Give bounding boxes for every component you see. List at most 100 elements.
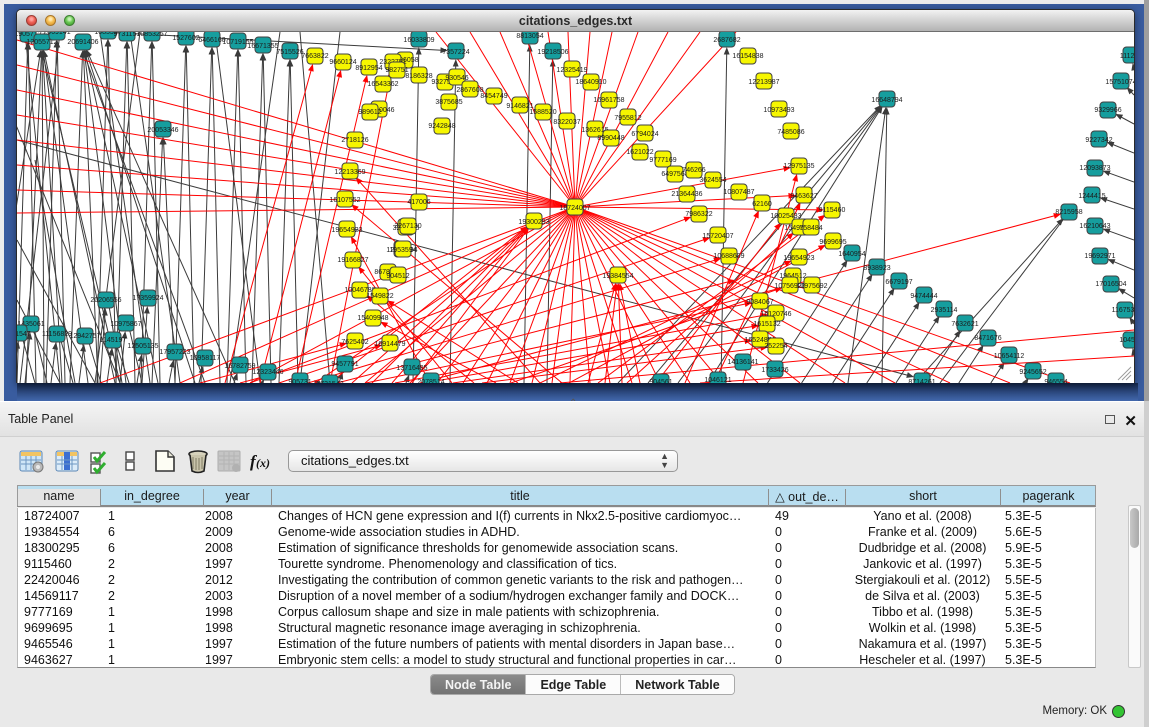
- svg-text:8813054: 8813054: [516, 33, 543, 40]
- svg-text:9463627: 9463627: [790, 193, 817, 200]
- svg-text:9777169: 9777169: [649, 157, 676, 164]
- svg-text:7986322: 7986322: [685, 211, 712, 218]
- svg-text:417006: 417006: [407, 199, 430, 206]
- svg-text:16543362: 16543362: [367, 81, 398, 88]
- svg-text:(x): (x): [256, 456, 270, 470]
- svg-text:19218506: 19218506: [537, 49, 568, 56]
- svg-text:12942757: 12942757: [69, 333, 100, 340]
- svg-text:1733426: 1733426: [761, 367, 788, 374]
- svg-text:8454749: 8454749: [480, 93, 507, 100]
- svg-text:7731542: 7731542: [316, 381, 343, 383]
- svg-text:19692971: 19692971: [1084, 253, 1115, 260]
- svg-text:8186328: 8186328: [405, 73, 432, 80]
- svg-text:15409948: 15409948: [357, 315, 388, 322]
- svg-text:12093873: 12093873: [1079, 165, 1110, 172]
- svg-text:14136141: 14136141: [727, 359, 758, 366]
- svg-text:7357224: 7357224: [442, 49, 469, 56]
- svg-text:16154838: 16154838: [732, 53, 763, 60]
- svg-text:8990448: 8990448: [597, 135, 624, 142]
- svg-text:10654112: 10654112: [994, 353, 1025, 360]
- svg-text:11156829: 11156829: [42, 331, 72, 338]
- svg-text:18724007: 18724007: [559, 205, 590, 212]
- svg-text:2078514: 2078514: [417, 379, 444, 383]
- svg-text:21364436: 21364436: [671, 191, 702, 198]
- svg-text:17016504: 17016504: [1095, 281, 1126, 288]
- svg-text:391547: 391547: [17, 331, 31, 338]
- svg-text:9245652: 9245652: [1019, 369, 1046, 376]
- svg-text:1588520: 1588520: [529, 109, 556, 116]
- svg-text:2935114: 2935114: [931, 307, 958, 314]
- svg-text:12975135: 12975135: [783, 163, 814, 170]
- svg-text:1046121: 1046121: [704, 377, 731, 383]
- svg-text:9474444: 9474444: [910, 293, 937, 300]
- svg-text:3875685: 3875685: [435, 99, 462, 106]
- svg-text:8471676: 8471676: [974, 335, 1001, 342]
- svg-text:20053346: 20053346: [147, 127, 178, 134]
- svg-text:16671355: 16671355: [247, 43, 278, 50]
- svg-text:10807487: 10807487: [723, 189, 754, 196]
- svg-text:10958117: 10958117: [190, 355, 221, 362]
- svg-text:989612: 989612: [358, 109, 381, 116]
- svg-text:3267130: 3267130: [394, 223, 421, 230]
- svg-text:6794024: 6794024: [631, 131, 658, 138]
- svg-text:252254: 252254: [764, 343, 787, 350]
- svg-text:12213987: 12213987: [748, 79, 779, 86]
- svg-text:3624554: 3624554: [699, 177, 726, 184]
- svg-text:2687682: 2687682: [713, 37, 740, 44]
- svg-text:9329966: 9329966: [1094, 107, 1121, 114]
- svg-text:10973493: 10973493: [763, 107, 794, 114]
- svg-text:7485086: 7485086: [777, 129, 804, 136]
- svg-text:7663822: 7663822: [301, 53, 328, 60]
- svg-text:12323446: 12323446: [252, 369, 283, 376]
- svg-text:1640954: 1640954: [838, 251, 865, 258]
- svg-text:62160: 62160: [752, 201, 772, 208]
- svg-text:8938923: 8938923: [863, 265, 890, 272]
- svg-text:1167534: 1167534: [1112, 307, 1134, 314]
- svg-text:982751: 982751: [385, 67, 408, 74]
- svg-text:10688609: 10688609: [713, 253, 744, 260]
- svg-text:8714261: 8714261: [908, 379, 935, 383]
- svg-text:19384554: 19384554: [602, 273, 633, 280]
- svg-text:9699695: 9699695: [819, 239, 846, 246]
- svg-text:8322037: 8322037: [553, 119, 580, 126]
- svg-text:12213369: 12213369: [334, 169, 365, 176]
- svg-text:8912954: 8912954: [355, 65, 382, 72]
- svg-text:746266: 746266: [682, 167, 705, 174]
- svg-text:7515526: 7515526: [276, 49, 303, 56]
- svg-text:17957223: 17957223: [159, 349, 190, 356]
- svg-text:946554: 946554: [1044, 379, 1067, 383]
- svg-text:1527602: 1527602: [172, 35, 199, 42]
- svg-text:19300293: 19300293: [518, 219, 549, 226]
- svg-text:20206556: 20206556: [90, 297, 121, 304]
- svg-text:16961758: 16961758: [593, 97, 624, 104]
- svg-text:758484: 758484: [799, 225, 822, 232]
- svg-text:15720407: 15720407: [702, 233, 733, 240]
- svg-text:1244415: 1244415: [1078, 193, 1105, 200]
- svg-text:2718126: 2718126: [341, 137, 368, 144]
- svg-text:20691406: 20691406: [67, 39, 98, 46]
- svg-text:7632621: 7632621: [951, 321, 978, 328]
- svg-text:19166827: 19166827: [337, 257, 368, 264]
- svg-text:18640910: 18640910: [575, 79, 606, 86]
- svg-text:16914479: 16914479: [374, 341, 405, 348]
- svg-text:1145197: 1145197: [100, 337, 127, 344]
- svg-text:1953594: 1953594: [389, 247, 416, 254]
- svg-text:9457791: 9457791: [331, 361, 358, 368]
- svg-text:1615132: 1615132: [753, 321, 780, 328]
- svg-text:9242848: 9242848: [428, 123, 455, 130]
- svg-text:1621022: 1621022: [626, 149, 653, 156]
- svg-text:6679197: 6679197: [885, 279, 912, 286]
- svg-text:1549822: 1549822: [366, 293, 393, 300]
- svg-text:16107552: 16107552: [329, 197, 360, 204]
- svg-text:104510: 104510: [1119, 337, 1134, 344]
- svg-text:12505135: 12505135: [127, 343, 158, 350]
- svg-text:16648794: 16648794: [871, 97, 902, 104]
- svg-text:9115460: 9115460: [819, 207, 846, 214]
- svg-text:10975867: 10975867: [110, 321, 141, 328]
- svg-text:111264: 111264: [1120, 53, 1134, 60]
- svg-text:13716485: 13716485: [396, 365, 427, 372]
- svg-text:8215958: 8215958: [1055, 209, 1082, 216]
- svg-text:905731: 905731: [288, 379, 311, 383]
- svg-text:19654923: 19654923: [331, 227, 362, 234]
- svg-text:15751074: 15751074: [1105, 79, 1134, 86]
